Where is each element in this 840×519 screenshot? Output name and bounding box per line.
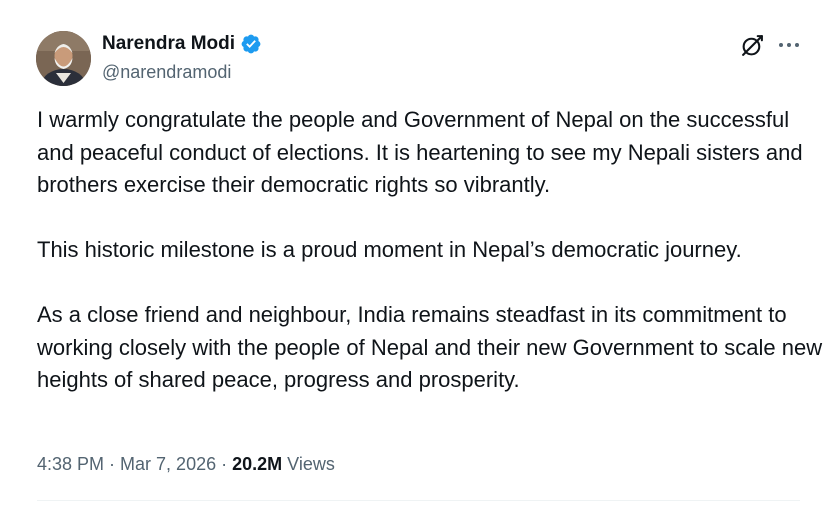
meta-separator: · <box>104 454 121 474</box>
tweet-meta: 4:38 PM · Mar 7, 2026 · 20.2M Views <box>37 452 335 476</box>
author-display-name[interactable]: Narendra Modi <box>102 32 235 56</box>
tweet-date[interactable]: Mar 7, 2026 <box>120 454 216 474</box>
tweet-time[interactable]: 4:38 PM <box>37 454 104 474</box>
avatar[interactable] <box>36 31 91 86</box>
views-label: Views <box>282 454 335 474</box>
meta-separator: · <box>216 454 233 474</box>
author-name-row: Narendra Modi <box>102 32 262 56</box>
divider <box>37 500 800 501</box>
tweet-paragraph: This historic milestone is a proud momen… <box>37 237 742 262</box>
tweet-paragraph: As a close friend and neighbour, India r… <box>37 302 823 392</box>
author-handle[interactable]: @narendramodi <box>102 60 231 84</box>
views-count[interactable]: 20.2M <box>232 454 282 474</box>
tweet-text: I warmly congratulate the people and Gov… <box>37 104 827 397</box>
tweet-card: Narendra Modi @narendramodi I warmly con… <box>0 0 840 519</box>
profile-photo-icon <box>36 31 91 86</box>
tweet-paragraph: I warmly congratulate the people and Gov… <box>37 107 803 197</box>
more-options-icon[interactable] <box>777 36 801 54</box>
verified-badge-icon[interactable] <box>240 33 262 55</box>
grok-icon[interactable] <box>740 33 765 58</box>
